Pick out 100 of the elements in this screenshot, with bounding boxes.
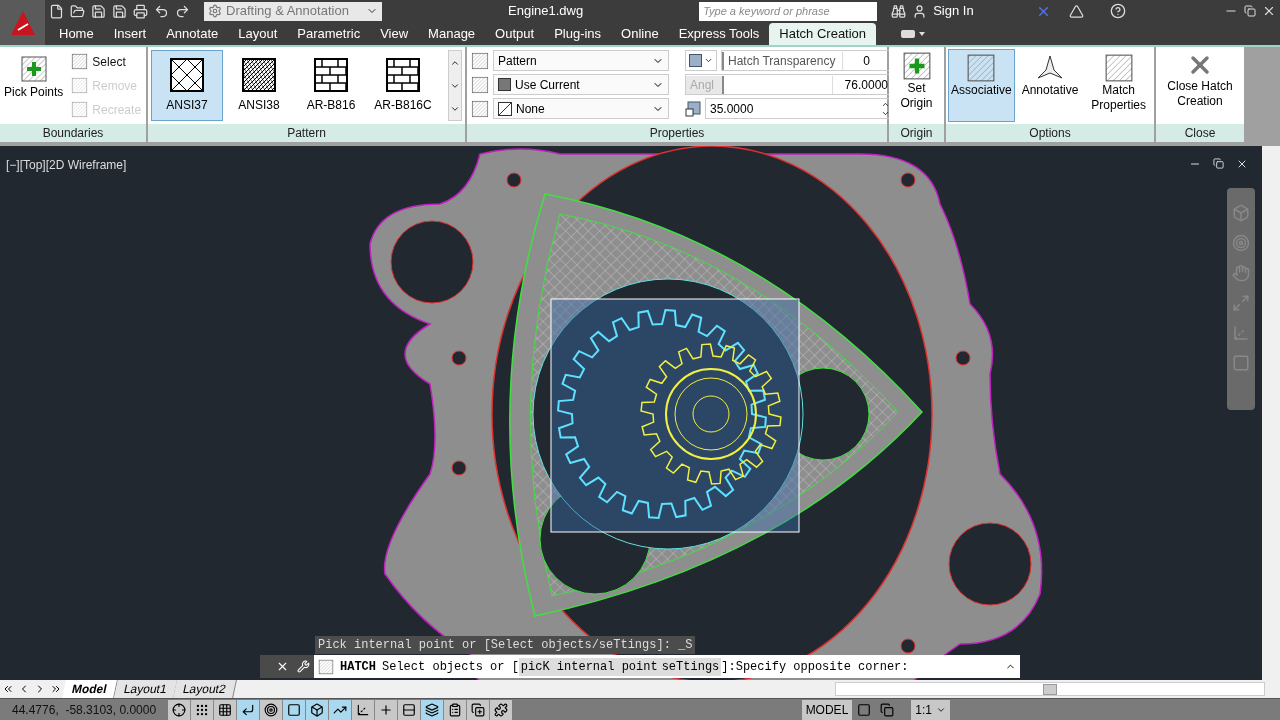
- associative-icon: [966, 53, 997, 83]
- scroll-thumb[interactable]: [1043, 683, 1057, 695]
- command-line-field[interactable]: HATCH Select objects or [ picK internal point seTtings ]:Specify opposite corner:: [314, 655, 1020, 678]
- drafting-toggle-button[interactable]: [306, 699, 328, 720]
- file-title: Engine1.dwg: [508, 2, 584, 21]
- command-option[interactable]: picK internal point: [518, 657, 660, 676]
- open-folder-button[interactable]: [70, 3, 85, 19]
- space-label[interactable]: MODEL: [801, 699, 853, 720]
- panel-title[interactable]: Properties: [467, 124, 887, 142]
- command-option[interactable]: seTtings: [659, 657, 722, 676]
- last-tab-icon[interactable]: [50, 683, 62, 695]
- save-as-icon: [112, 3, 127, 19]
- restore-icon[interactable]: [1244, 5, 1256, 17]
- undo-icon: [154, 3, 169, 19]
- option-button[interactable]: Match Properties: [1085, 49, 1152, 122]
- viewports-icon[interactable]: [880, 702, 895, 717]
- ribbon-tab[interactable]: Online: [611, 23, 669, 45]
- search-field[interactable]: Type a keyword or phrase: [699, 1, 878, 21]
- viewport-controls-label[interactable]: [−][Top][2D Wireframe]: [6, 156, 127, 174]
- option-button[interactable]: Associative: [948, 49, 1015, 122]
- panel-title[interactable]: Pattern: [148, 124, 465, 142]
- drafting-toggle-button[interactable]: [260, 699, 282, 720]
- save-button[interactable]: [91, 3, 106, 19]
- ribbon-tab[interactable]: Hatch Creation: [769, 23, 877, 45]
- angle-label: Angl: [686, 75, 724, 94]
- scale-icon: [685, 100, 701, 117]
- ribbon-tab[interactable]: Parametric: [287, 23, 371, 45]
- option-button[interactable]: Annotative: [1016, 49, 1084, 122]
- drafting-toggle-button[interactable]: [329, 699, 351, 720]
- drafting-toggle-button[interactable]: [283, 699, 305, 720]
- command-prompt: ]:Specify opposite corner:: [721, 658, 909, 676]
- ribbon-tab[interactable]: Home: [49, 23, 104, 45]
- gear-icon: [208, 4, 222, 18]
- horizontal-scrollbar[interactable]: [835, 682, 1265, 696]
- layout-tab[interactable]: Layout1: [113, 680, 178, 698]
- undo-button[interactable]: [154, 3, 169, 19]
- print-button[interactable]: [133, 3, 148, 19]
- match-properties-icon: [1103, 53, 1134, 83]
- none-swatch-icon: [498, 101, 512, 116]
- ribbon-tab[interactable]: Annotate: [156, 23, 229, 45]
- save-icon: [91, 3, 106, 19]
- ribbon-tab[interactable]: View: [370, 23, 419, 45]
- caret-icon: [704, 56, 713, 65]
- ribbon-tab[interactable]: Layout: [228, 23, 288, 45]
- annotation-scale-dropdown[interactable]: 1:1: [911, 699, 950, 720]
- drafting-toggle-button[interactable]: [237, 699, 259, 720]
- ribbon-tab[interactable]: Output: [485, 23, 545, 45]
- open-folder-icon: [70, 3, 85, 19]
- binoculars-icon[interactable]: [891, 3, 907, 19]
- triangle-icon[interactable]: [1068, 3, 1084, 19]
- grid-icon: [218, 702, 232, 717]
- drafting-toggle-button[interactable]: [398, 699, 420, 720]
- brick-swatch-icon: [314, 57, 348, 92]
- vertical-scrollbar[interactable]: [1262, 146, 1280, 680]
- ribbon-tab[interactable]: Plug-ins: [544, 23, 612, 45]
- drafting-toggle-button[interactable]: [444, 699, 466, 720]
- save-as-button[interactable]: [112, 3, 127, 19]
- drawing-viewport[interactable]: [−][Top][2D Wireframe] Pick internal point or [Select objects/seTtings]: _S HATCH Select objects or [ picK internal point seTtings ]:Specify opposite corner:: [0, 142, 1280, 680]
- panel-title[interactable]: Origin: [889, 124, 944, 142]
- panel-title[interactable]: Close: [1156, 124, 1244, 142]
- sign-in-link[interactable]: Sign In: [933, 1, 974, 21]
- pick-points-button[interactable]: Pick Points: [4, 51, 64, 101]
- boundary-tool-button[interactable]: Select: [71, 51, 142, 72]
- redo-button[interactable]: [175, 3, 190, 19]
- layout-view-icon[interactable]: [857, 702, 872, 717]
- layout-tab[interactable]: Layout2: [173, 680, 237, 698]
- drafting-toggle-button[interactable]: [191, 699, 213, 720]
- drafting-toggle-button[interactable]: [490, 699, 512, 720]
- close-icon[interactable]: [276, 660, 289, 673]
- property-dropdown[interactable]: None: [493, 98, 669, 119]
- model-tab[interactable]: Model: [62, 680, 118, 698]
- restore-icon[interactable]: [1213, 158, 1224, 169]
- workspace-dropdown[interactable]: Drafting & Annotation: [204, 1, 382, 21]
- coordinates-readout: 44.4776, -58.3103, 0.0000: [11, 701, 158, 719]
- drafting-toggle-button[interactable]: [375, 699, 397, 720]
- close-icon[interactable]: [1262, 4, 1276, 18]
- drafting-toggle-button[interactable]: [214, 699, 236, 720]
- hatch-pattern-swatch[interactable]: ANSI37: [151, 50, 223, 121]
- wrench-icon[interactable]: [297, 660, 310, 673]
- panel-toggle-icon[interactable]: [900, 27, 927, 41]
- color-swatch-icon: [498, 78, 511, 91]
- new-file-button[interactable]: [49, 3, 64, 19]
- redo-icon: [175, 3, 190, 19]
- panel-title[interactable]: Options: [946, 124, 1154, 142]
- property-dropdown[interactable]: Pattern: [493, 50, 669, 71]
- ribbon-tab[interactable]: Manage: [418, 23, 486, 45]
- help-icon[interactable]: [1109, 3, 1126, 19]
- drafting-toggle-button[interactable]: [168, 699, 190, 720]
- hatch-property-icon: [471, 75, 489, 94]
- close-hatch-button[interactable]: Close Hatch Creation: [1156, 47, 1244, 124]
- ribbon-tab[interactable]: Insert: [103, 23, 157, 45]
- panel-title[interactable]: Boundaries: [0, 124, 146, 142]
- drafting-toggle-button[interactable]: [352, 699, 374, 720]
- close-icon[interactable]: [1236, 158, 1248, 170]
- first-tab-icon[interactable]: [2, 683, 14, 695]
- transparency-dropdown[interactable]: [685, 50, 717, 71]
- drafting-toggle-button[interactable]: [421, 699, 443, 720]
- ribbon-tab[interactable]: Express Tools: [668, 23, 770, 45]
- drafting-toggle-button[interactable]: [467, 699, 489, 720]
- property-dropdown[interactable]: Use Current: [493, 74, 669, 95]
